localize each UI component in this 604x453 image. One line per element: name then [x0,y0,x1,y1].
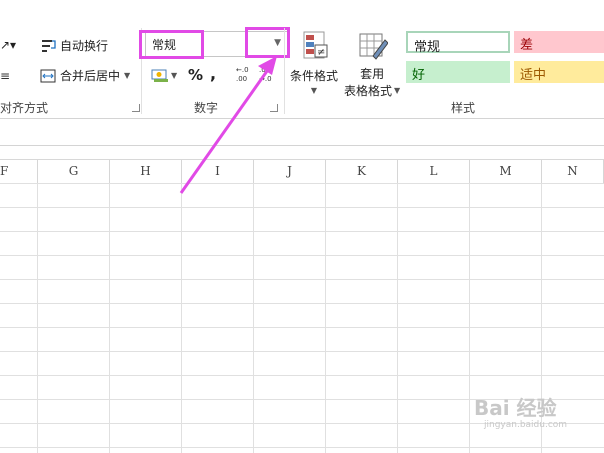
annotation-arrow [179,56,277,194]
watermark-logo: Bai 经验 [474,396,557,420]
watermark-url: jingyan.baidu.com [484,420,568,430]
